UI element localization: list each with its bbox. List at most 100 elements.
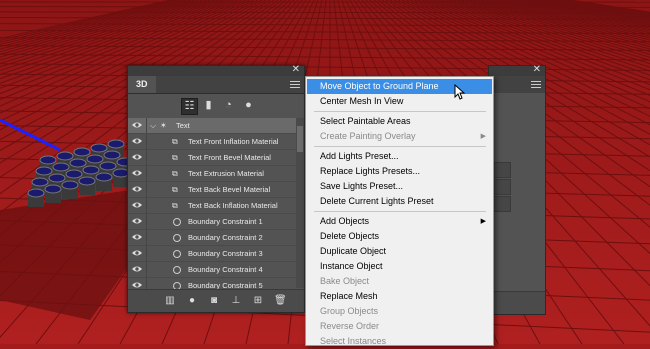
- panel-title-bar[interactable]: ✕: [489, 66, 545, 76]
- layer-label: Boundary Constraint 4: [188, 262, 263, 277]
- menu-item[interactable]: Delete Current Lights Preset: [307, 194, 492, 209]
- property-field[interactable]: [491, 162, 511, 178]
- menu-item-label: Instance Object: [320, 259, 383, 274]
- panel-menu-icon[interactable]: [531, 79, 541, 90]
- menu-item[interactable]: Add Lights Preset...: [307, 149, 492, 164]
- eye-icon[interactable]: [132, 153, 142, 161]
- layer-label: Boundary Constraint 3: [188, 246, 263, 261]
- scene-filter-icon[interactable]: ☷: [181, 98, 198, 115]
- menu-item-label: Select Paintable Areas: [320, 114, 411, 129]
- layer-label: Boundary Constraint 1: [188, 214, 263, 229]
- eye-icon[interactable]: [132, 249, 142, 257]
- layer-label: Text: [176, 118, 190, 133]
- menu-item[interactable]: Delete Objects: [307, 229, 492, 244]
- panel-menu-icon[interactable]: [290, 79, 300, 90]
- menu-item: Select Instances: [307, 334, 492, 349]
- layer-row[interactable]: Boundary Constraint 3: [128, 246, 296, 262]
- menu-item[interactable]: Duplicate Object: [307, 244, 492, 259]
- property-field[interactable]: [491, 179, 511, 195]
- eye-icon[interactable]: [132, 233, 142, 241]
- render-icon[interactable]: ◙: [208, 294, 220, 307]
- menu-item-label: Center Mesh In View: [320, 94, 403, 109]
- menu-item[interactable]: Save Lights Preset...: [307, 179, 492, 194]
- menu-item-label: Add Objects: [320, 214, 369, 229]
- mesh-filter-icon[interactable]: ▮: [201, 98, 216, 113]
- menu-item-label: Group Objects: [320, 304, 378, 319]
- layer-label: Text Front Bevel Material: [188, 150, 271, 165]
- eye-icon[interactable]: [132, 281, 142, 289]
- material-filter-icon[interactable]: ◔: [221, 98, 236, 113]
- layer-scrollbar[interactable]: [296, 118, 304, 288]
- eye-icon[interactable]: [132, 217, 142, 225]
- layer-label: Text Back Inflation Material: [188, 198, 278, 213]
- menu-item-label: Reverse Order: [320, 319, 379, 334]
- ground-icon[interactable]: ⊥: [230, 294, 242, 307]
- menu-separator: [314, 211, 486, 212]
- chevron-down-icon[interactable]: ⌵: [150, 118, 156, 133]
- constraint-icon: [173, 250, 181, 258]
- tab-3d[interactable]: 3D: [128, 76, 156, 93]
- layer-row[interactable]: Boundary Constraint 4: [128, 262, 296, 278]
- menu-item-label: Replace Mesh: [320, 289, 378, 304]
- panel-tab-row: 3D: [128, 76, 304, 94]
- menu-item-label: Add Lights Preset...: [320, 149, 399, 164]
- close-icon[interactable]: ✕: [533, 64, 541, 76]
- menu-item-label: Create Painting Overlay: [320, 129, 416, 144]
- layer-row[interactable]: ⧉ Text Front Bevel Material: [128, 150, 296, 166]
- add-icon[interactable]: ⊞: [252, 294, 264, 307]
- menu-item-label: Replace Lights Presets...: [320, 164, 420, 179]
- light-icon[interactable]: ●: [186, 294, 198, 307]
- constraint-icon: [173, 266, 181, 274]
- eye-icon[interactable]: [132, 121, 142, 129]
- submenu-arrow-icon: ▶: [481, 129, 486, 144]
- property-field[interactable]: [491, 196, 511, 212]
- eye-icon[interactable]: [132, 201, 142, 209]
- material-icon: ⧉: [172, 153, 181, 162]
- menu-separator: [314, 146, 486, 147]
- menu-item-label: Move Object to Ground Plane: [320, 79, 439, 94]
- trash-icon[interactable]: 🗑: [274, 294, 286, 307]
- menu-separator: [314, 111, 486, 112]
- menu-item-label: Duplicate Object: [320, 244, 386, 259]
- layer-list: ⌵✶Text⧉Text Front Inflation Material⧉Tex…: [128, 118, 296, 310]
- material-icon: ⧉: [172, 169, 181, 178]
- context-menu: Move Object to Ground PlaneCenter Mesh I…: [305, 76, 494, 346]
- constraint-icon: [173, 234, 181, 242]
- layer-row[interactable]: Boundary Constraint 2: [128, 230, 296, 246]
- eye-icon[interactable]: [132, 137, 142, 145]
- constraint-icon: [173, 218, 181, 226]
- close-icon[interactable]: ✕: [292, 64, 300, 76]
- menu-item[interactable]: Replace Mesh: [307, 289, 492, 304]
- 3d-panel: ✕ 3D ☷ ▮ ◔ ● ⌵ ✶ Text ⧉ Text Front Inflation…: [127, 65, 305, 313]
- panel-title-bar[interactable]: ✕: [128, 66, 304, 76]
- menu-item-label: Select Instances: [320, 334, 386, 349]
- eye-icon[interactable]: [132, 265, 142, 273]
- layer-row[interactable]: ⧉Text Extrusion Material: [128, 166, 296, 182]
- menu-item: Create Painting Overlay ▶: [307, 129, 492, 144]
- layer-row[interactable]: ⧉ Text Back Inflation Material: [128, 198, 296, 214]
- menu-item-label: Save Lights Preset...: [320, 179, 403, 194]
- eye-icon[interactable]: [132, 169, 142, 177]
- menu-item[interactable]: Add Objects▶: [307, 214, 492, 229]
- layer-row[interactable]: ⧉ Text Front Inflation Material: [128, 134, 296, 150]
- layer-row[interactable]: ⌵ ✶ Text: [128, 118, 296, 134]
- material-icon: ⧉: [172, 201, 181, 210]
- layer-label: Text Back Bevel Material: [188, 182, 270, 197]
- mouse-cursor-icon: [454, 84, 466, 100]
- menu-item[interactable]: Instance Object: [307, 259, 492, 274]
- layer-row[interactable]: Boundary Constraint 1: [128, 214, 296, 230]
- menu-item[interactable]: Replace Lights Presets...: [307, 164, 492, 179]
- menu-item: Group Objects: [307, 304, 492, 319]
- layer-label: Text Front Inflation Material: [188, 134, 278, 149]
- layer-row[interactable]: ⧉ Text Back Bevel Material: [128, 182, 296, 198]
- material-icon: ⧉: [172, 185, 181, 194]
- mesh-icon[interactable]: ▥: [164, 294, 176, 307]
- menu-item: Bake Object: [307, 274, 492, 289]
- eye-icon[interactable]: [132, 185, 142, 193]
- menu-item[interactable]: Select Paintable Areas: [307, 114, 492, 129]
- menu-item: Reverse Order: [307, 319, 492, 334]
- scene-icon: ✶: [160, 121, 169, 130]
- panel-bottom-bar: ▥ ● ◙ ⊥ ⊞ 🗑: [128, 289, 304, 312]
- material-icon: ⧉: [172, 137, 181, 146]
- light-filter-icon[interactable]: ●: [241, 98, 256, 113]
